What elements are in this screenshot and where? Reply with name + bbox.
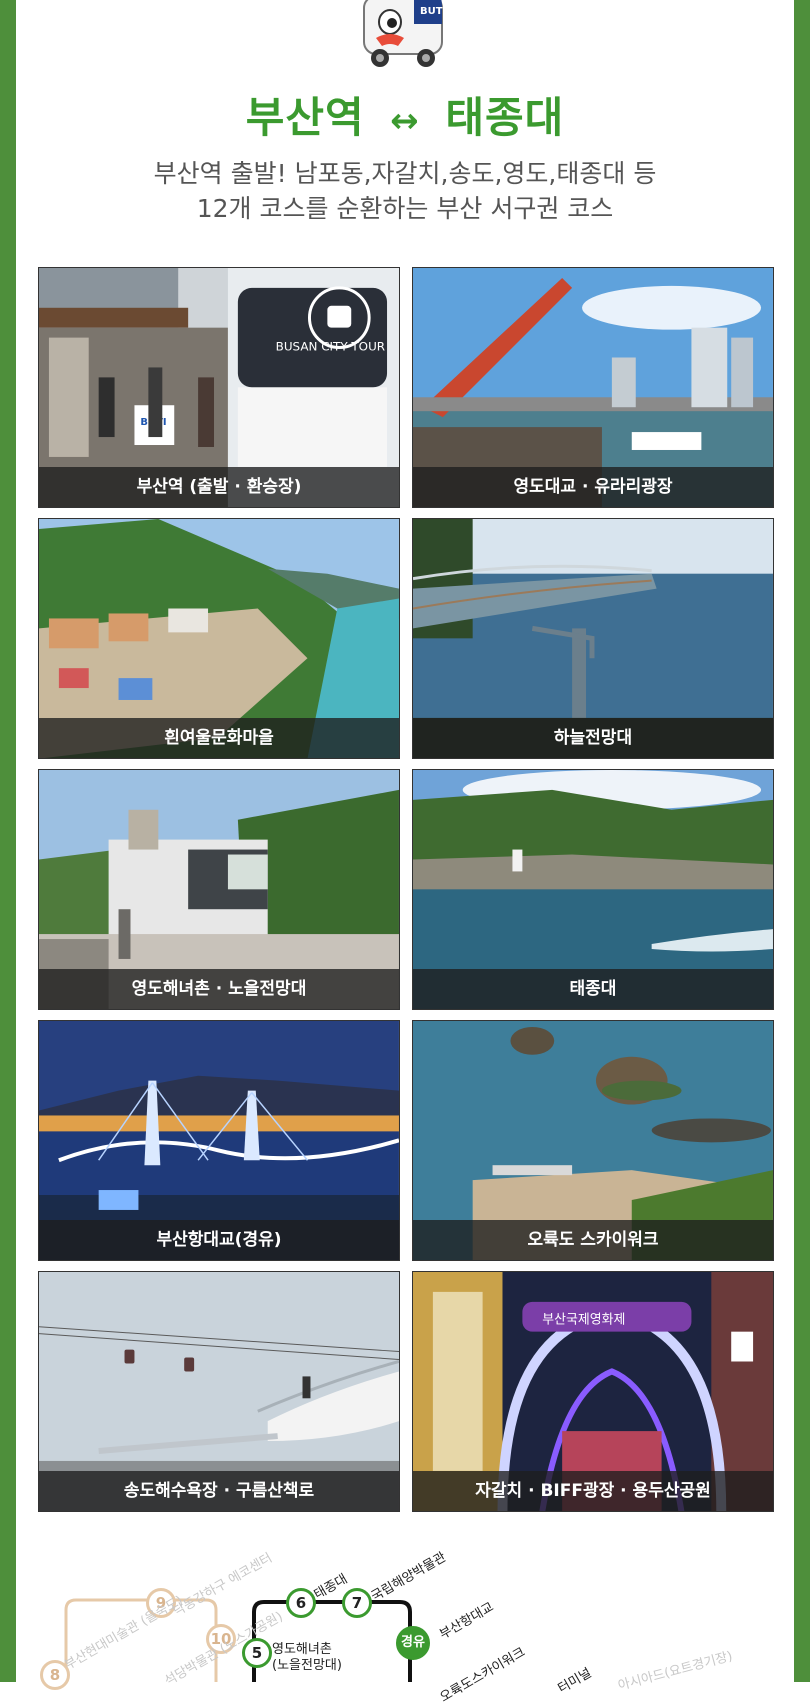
stop-transfer: 경유 bbox=[396, 1626, 430, 1660]
caption-haenyeo-village: 영도해녀촌 · 노을전망대 bbox=[39, 969, 399, 1009]
caption-taejongdae: 태종대 bbox=[413, 969, 773, 1009]
tile-busan-harbor-bridge: 부산항대교(경유) bbox=[38, 1020, 400, 1261]
caption-oryukdo-skywalk: 오륙도 스카이워크 bbox=[413, 1220, 773, 1260]
tile-yeongdo-bridge: 영도대교 · 유라리광장 bbox=[412, 267, 774, 508]
tile-sky-observatory: 하늘전망대 bbox=[412, 518, 774, 759]
title-destination: 태종대 bbox=[445, 93, 565, 142]
biff-sign-text: 부산국제영화제 bbox=[542, 1313, 625, 1328]
tile-busan-station: BUSAN CITY TOUR BUTI 부산역 (출발 · 환승장) bbox=[38, 267, 400, 508]
tile-jagalchi-biff: 부산국제영화제 자갈치 · BIFF광장 · 용두산공원 bbox=[412, 1271, 774, 1512]
tile-taejongdae: 태종대 bbox=[412, 769, 774, 1010]
course-content: BUTI 부산역 ↔ 태종대 부산역 출발! 남포동,자갈치,송도,영도,태종대… bbox=[16, 0, 794, 1706]
right-green-border bbox=[794, 0, 810, 1682]
course-description: 부산역 출발! 남포동,자갈치,송도,영도,태종대 등 12개 코스를 순환하는… bbox=[16, 156, 794, 226]
caption-busan-station: 부산역 (출발 · 환승장) bbox=[39, 467, 399, 507]
tile-oryukdo-skywalk: 오륙도 스카이워크 bbox=[412, 1020, 774, 1261]
left-green-border bbox=[0, 0, 16, 1682]
caption-yeongdo-bridge: 영도대교 · 유라리광장 bbox=[413, 467, 773, 507]
caption-sky-observatory: 하늘전망대 bbox=[413, 718, 773, 758]
description-line-1: 부산역 출발! 남포동,자갈치,송도,영도,태종대 등 bbox=[153, 159, 657, 188]
page-title: 부산역 ↔ 태종대 bbox=[16, 84, 794, 145]
bus-sign-text: BUSAN CITY TOUR bbox=[276, 340, 385, 354]
label-haenyeo-2: (노을전망대) bbox=[272, 1658, 342, 1673]
route-map: 9 10 8 6 7 5 경유 태종대 국립해양박물관 부산항대교 영도해녀촌 … bbox=[16, 1530, 794, 1706]
caption-busan-harbor-bridge: 부산항대교(경유) bbox=[39, 1220, 399, 1260]
caption-songdo-beach: 송도해수욕장 · 구름산책로 bbox=[39, 1471, 399, 1511]
tile-haenyeo-village: 영도해녀촌 · 노을전망대 bbox=[38, 769, 400, 1010]
tile-huinnyeoul-village: 흰여울문화마을 bbox=[38, 518, 400, 759]
title-origin: 부산역 bbox=[245, 93, 365, 142]
two-way-arrow-icon: ↔ bbox=[390, 100, 420, 141]
stop-6: 6 bbox=[286, 1588, 316, 1618]
caption-jagalchi-biff: 자갈치 · BIFF광장 · 용두산공원 bbox=[413, 1471, 773, 1511]
bus-mascot-icon: BUTI bbox=[363, 0, 446, 67]
stop-7: 7 bbox=[342, 1588, 372, 1618]
tile-songdo-beach: 송도해수욕장 · 구름산책로 bbox=[38, 1271, 400, 1512]
caption-huinnyeoul-village: 흰여울문화마을 bbox=[39, 718, 399, 758]
description-line-2: 12개 코스를 순환하는 부산 서구권 코스 bbox=[196, 194, 614, 223]
svg-text:BUTI: BUTI bbox=[420, 6, 446, 17]
